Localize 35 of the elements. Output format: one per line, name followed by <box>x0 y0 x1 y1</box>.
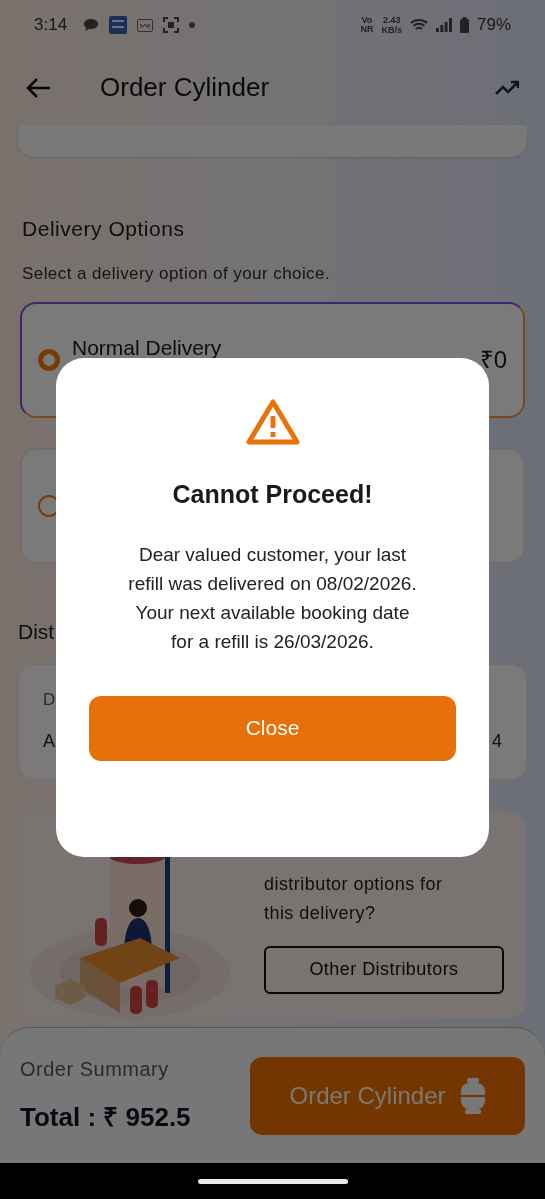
section-heading: Dist <box>18 619 55 645</box>
data-speed: KB/s <box>381 25 402 35</box>
trending-up-icon[interactable] <box>495 79 519 96</box>
dot-icon <box>189 22 196 28</box>
chat-icon <box>83 18 100 32</box>
gas-cylinder-icon <box>459 1077 486 1114</box>
page-title: Order Cylinder <box>100 71 270 104</box>
scan-icon <box>163 17 180 33</box>
section-subtitle: Select a delivery option of your choice. <box>22 262 332 285</box>
distributor-value: 4 <box>492 730 502 753</box>
data-speed: 2.43 <box>382 15 401 25</box>
section-heading: Delivery Options <box>22 216 186 242</box>
promo-text: distributor options for this delivery? <box>264 872 444 925</box>
total-price: Total : ₹ 952.5 <box>20 1101 191 1134</box>
option-price: ₹0 <box>479 345 507 375</box>
clock-time: 3:14 <box>34 14 68 37</box>
other-distributors-button[interactable]: Other Distributors <box>264 945 504 994</box>
back-arrow-icon[interactable] <box>26 76 52 99</box>
wifi-icon <box>409 18 428 32</box>
network-label: NR <box>360 25 374 34</box>
signal-icon <box>435 18 452 32</box>
warning-icon <box>245 398 300 446</box>
distributor-name: A <box>43 730 55 753</box>
battery-percent: 79% <box>476 14 511 37</box>
app-icon <box>109 16 128 34</box>
home-indicator[interactable] <box>197 1178 348 1184</box>
order-cylinder-button[interactable]: Order Cylinder <box>250 1056 525 1135</box>
summary-label: Order Summary <box>20 1057 170 1082</box>
battery-icon <box>459 17 469 33</box>
dialog-message: Dear valued customer, your last refill was delivered on 08/02/2026. Your next available booking date for a refill is 26/03/2026. <box>127 542 418 654</box>
close-button[interactable]: Close <box>89 695 456 761</box>
network-label: Vo <box>361 16 373 25</box>
dialog-title: Cannot Proceed! <box>172 479 373 510</box>
option-name: Normal Delivery <box>72 335 222 361</box>
distributor-label: D <box>43 688 56 711</box>
